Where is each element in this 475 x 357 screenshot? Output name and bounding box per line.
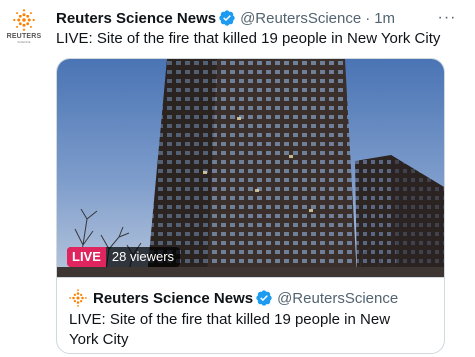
card-footer[interactable]: Reuters Science News @ReutersScience LIV… [57, 277, 444, 353]
avatar[interactable]: REUTERS SCIENCE [6, 8, 42, 44]
verified-badge-icon [218, 9, 236, 27]
avatar-brand-text: REUTERS [6, 33, 42, 40]
card-text: LIVE: Site of the fire that killed 19 pe… [69, 311, 391, 348]
link-card[interactable]: LIVE 28 viewers Reuters Science News @Re… [56, 58, 445, 354]
tweet-timestamp[interactable]: 1m [374, 10, 395, 27]
tweet-header: Reuters Science News @ReutersScience · 1… [56, 8, 465, 28]
tweet-text: LIVE: Site of the fire that killed 19 pe… [56, 30, 441, 47]
live-indicator: LIVE 28 viewers [67, 247, 181, 267]
reuters-logo-icon [69, 289, 87, 307]
header-separator: · [365, 9, 371, 27]
viewer-count: 28 viewers [111, 249, 175, 264]
author-display-name[interactable]: Reuters Science News [56, 10, 216, 27]
avatar-brand-subtext: SCIENCE [17, 40, 31, 44]
card-author: Reuters Science News @ReutersScience [69, 288, 432, 308]
live-video-thumbnail[interactable]: LIVE 28 viewers [57, 59, 444, 277]
reuters-logo-icon [13, 9, 35, 31]
more-options-icon[interactable]: ··· [437, 8, 457, 28]
verified-badge-icon [255, 289, 273, 307]
building-photo [57, 59, 444, 277]
card-author-handle: @ReutersScience [277, 289, 399, 307]
author-handle[interactable]: @ReutersScience [240, 10, 361, 27]
tweet[interactable]: REUTERS SCIENCE Reuters Science News @Re… [0, 0, 475, 357]
live-badge: LIVE [67, 247, 106, 267]
card-author-name: Reuters Science News [93, 289, 254, 307]
